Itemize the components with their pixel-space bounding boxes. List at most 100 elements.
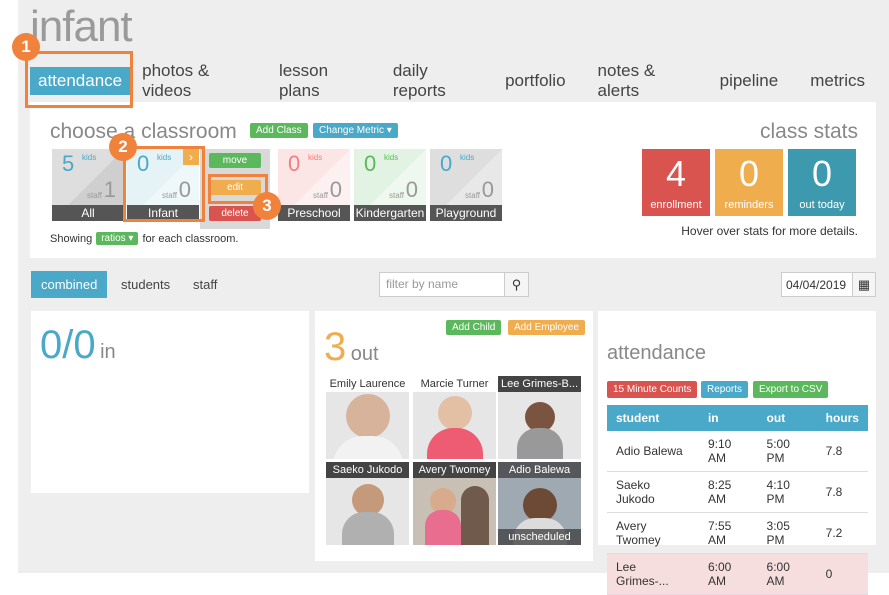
cell-in: 9:10 AM: [698, 431, 758, 472]
stat-label: enrollment: [650, 199, 702, 211]
attendance-table: student in out hours Adio Balewa 9:10 AM…: [607, 405, 868, 595]
calendar-icon[interactable]: ▦: [852, 272, 876, 297]
cell-student: Saeko Jukodo: [607, 471, 699, 513]
cell-out: 5:00 PM: [757, 431, 817, 472]
nav-tab-portfolio[interactable]: portfolio: [497, 67, 573, 95]
classroom-tile-playground[interactable]: 0 kids 0 staff Playground: [430, 149, 502, 221]
tab-staff[interactable]: staff: [183, 271, 227, 298]
person-name: Saeko Jukodo: [326, 462, 409, 478]
checked-out-label: out: [350, 343, 379, 365]
showing-prefix: Showing: [50, 232, 93, 245]
page-title: infant: [30, 2, 133, 51]
cell-in: 8:25 AM: [698, 471, 758, 513]
person-card[interactable]: Marcie Turner: [413, 376, 496, 459]
filter-by-name-input[interactable]: filter by name: [379, 272, 505, 297]
kids-count: 0: [364, 151, 377, 176]
table-row[interactable]: Adio Balewa 9:10 AM 5:00 PM 7.8: [607, 431, 868, 472]
add-employee-button[interactable]: Add Employee: [508, 320, 586, 335]
nav-tab-lesson-plans[interactable]: lesson plans: [271, 57, 369, 105]
add-class-button[interactable]: Add Class: [250, 123, 308, 138]
adult-photo: [461, 486, 489, 545]
person-card[interactable]: Emily Laurence: [326, 376, 409, 459]
person-photo-body: [425, 510, 461, 545]
classroom-tile-preschool[interactable]: 0 kids 0 staff Preschool: [278, 149, 350, 221]
checked-in-label: in: [100, 341, 116, 363]
table-row[interactable]: Lee Grimes-... 6:00 AM 6:00 AM 0: [607, 553, 868, 595]
column-header-hours[interactable]: hours: [816, 405, 868, 431]
person-card[interactable]: Saeko Jukodo: [326, 462, 409, 545]
classroom-tile-infant[interactable]: 0 kids 0 staff › Infant: [127, 149, 199, 221]
kids-count: 0: [440, 151, 453, 176]
edit-button[interactable]: edit: [209, 180, 261, 195]
person-card[interactable]: Avery Twomey: [413, 462, 496, 545]
kids-label: kids: [384, 153, 399, 162]
cell-in: 6:00 AM: [698, 553, 758, 595]
person-photo-body: [341, 512, 394, 545]
showing-suffix: for each classroom.: [142, 232, 239, 245]
cell-hours: 7.2: [816, 512, 868, 554]
classroom-name: Playground: [430, 205, 502, 221]
stat-enrollment[interactable]: 4 enrollment: [642, 149, 710, 216]
nav-tab-pipeline[interactable]: pipeline: [712, 67, 787, 95]
nav-tab-notes-alerts[interactable]: notes & alerts: [590, 57, 696, 105]
table-header-row: student in out hours: [607, 405, 868, 431]
tab-students[interactable]: students: [111, 271, 180, 298]
classroom-name: Kindergarten: [354, 205, 426, 221]
showing-line: Showing ratios ▾ for each classroom.: [50, 232, 238, 245]
column-header-out[interactable]: out: [757, 405, 817, 431]
kids-label: kids: [157, 153, 172, 162]
callout-badge-2: 2: [109, 133, 137, 161]
staff-count: 0: [329, 177, 342, 202]
checked-in-count: 0/0: [40, 323, 96, 367]
cell-out: 4:10 PM: [757, 471, 817, 513]
move-button[interactable]: move: [209, 153, 261, 168]
callout-badge-3: 3: [253, 192, 281, 220]
cell-student: Adio Balewa: [607, 431, 699, 472]
cell-student: Lee Grimes-...: [607, 553, 699, 595]
tab-combined[interactable]: combined: [31, 271, 108, 298]
nav-tab-photos-videos[interactable]: photos & videos: [134, 57, 255, 105]
person-photo: [345, 394, 390, 438]
table-row[interactable]: Saeko Jukodo 8:25 AM 4:10 PM 7.8: [607, 471, 868, 513]
classroom-panel: choose a classroom Add Class Change Metr…: [30, 102, 876, 258]
column-header-student[interactable]: student: [607, 405, 699, 431]
column-header-in[interactable]: in: [698, 405, 758, 431]
person-photo-body: [332, 436, 403, 459]
nav-tab-attendance[interactable]: attendance: [30, 67, 131, 95]
callout-badge-1: 1: [12, 33, 40, 61]
cell-hours: 7.8: [816, 471, 868, 513]
nav-tab-metrics[interactable]: metrics: [802, 67, 873, 95]
table-row[interactable]: Avery Twomey 7:55 AM 3:05 PM 7.2: [607, 512, 868, 554]
kids-label: kids: [308, 153, 323, 162]
staff-count: 0: [405, 177, 418, 202]
staff-label: staff: [87, 191, 102, 200]
staff-count: 0: [481, 177, 494, 202]
person-card[interactable]: Adio Balewa unscheduled: [498, 462, 581, 545]
date-input[interactable]: 04/04/2019: [781, 272, 853, 297]
staff-count: 1: [103, 177, 116, 202]
person-card[interactable]: Lee Grimes-B...: [498, 376, 581, 459]
add-child-button[interactable]: Add Child: [446, 320, 502, 335]
fifteen-minute-counts-button[interactable]: 15 Minute Counts: [607, 381, 698, 398]
classroom-tile-kindergarten[interactable]: 0 kids 0 staff Kindergarten: [354, 149, 426, 221]
reports-button[interactable]: Reports: [701, 381, 749, 398]
export-csv-button[interactable]: Export to CSV: [753, 381, 829, 398]
classroom-tile-all[interactable]: 5 kids 1 staff All: [52, 149, 124, 221]
cell-hours: 7.8: [816, 431, 868, 472]
kids-count: 0: [288, 151, 301, 176]
stat-value: 0: [811, 153, 833, 194]
person-photo-body: [426, 428, 483, 459]
stat-out-today[interactable]: 0 out today: [788, 149, 856, 216]
kids-label: kids: [82, 153, 97, 162]
nav-tab-daily-reports[interactable]: daily reports: [385, 57, 481, 105]
metric-select[interactable]: ratios ▾: [96, 232, 139, 245]
person-photo-body: [516, 428, 563, 459]
search-icon[interactable]: ⚲: [504, 272, 529, 297]
person-photo: [437, 396, 472, 430]
stat-value: 0: [738, 153, 760, 194]
expand-arrow-icon[interactable]: ›: [183, 149, 199, 165]
stat-reminders[interactable]: 0 reminders: [715, 149, 783, 216]
change-metric-button[interactable]: Change Metric ▾: [313, 123, 398, 138]
person-name: Marcie Turner: [413, 376, 496, 392]
person-name: Lee Grimes-B...: [498, 376, 581, 392]
